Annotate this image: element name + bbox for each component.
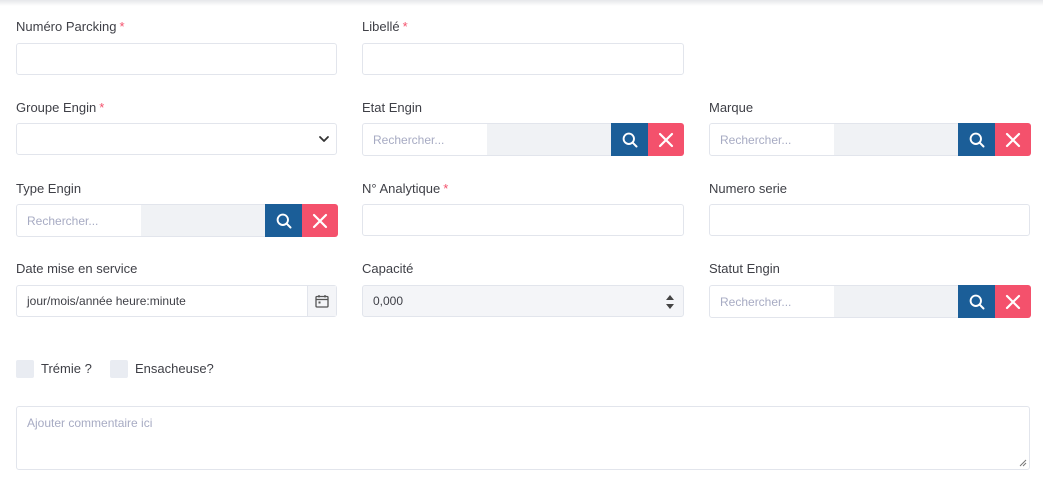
n-analytique-label: N° Analytique *	[362, 181, 449, 196]
etat-engin-placeholder: Rechercher...	[373, 133, 445, 147]
date-mise-en-service-input[interactable]: jour/mois/année heure:minute	[16, 285, 337, 317]
ensacheuse-label: Ensacheuse?	[135, 361, 214, 376]
statut-engin-lookup: Rechercher...	[709, 285, 1031, 318]
numero-serie-label: Numero serie	[709, 181, 788, 196]
required-mark: *	[402, 19, 408, 34]
etat-engin-clear-button[interactable]	[648, 123, 684, 156]
type-engin-selection-display	[141, 204, 265, 237]
marque-search-input[interactable]: Rechercher...	[709, 123, 835, 156]
numero-serie-input[interactable]	[709, 204, 1030, 236]
type-engin-placeholder: Rechercher...	[27, 214, 99, 228]
close-icon	[1005, 132, 1021, 147]
statut-engin-search-input[interactable]: Rechercher...	[709, 285, 835, 318]
date-mise-en-service-label: Date mise en service	[16, 261, 138, 276]
tremie-checkbox[interactable]	[16, 360, 34, 378]
etat-engin-lookup: Rechercher...	[362, 123, 684, 156]
numero-parcking-label: Numéro Parcking *	[16, 19, 125, 34]
etat-engin-search-button[interactable]	[611, 123, 648, 156]
groupe-engin-label: Groupe Engin *	[16, 100, 105, 115]
calendar-button[interactable]	[307, 286, 336, 316]
search-icon	[969, 132, 984, 147]
search-icon	[276, 213, 291, 228]
type-engin-search-button[interactable]	[265, 204, 302, 237]
required-mark: *	[443, 181, 449, 196]
marque-lookup: Rechercher...	[709, 123, 1031, 156]
chevron-down-icon	[319, 136, 329, 142]
calendar-icon	[315, 295, 329, 308]
type-engin-label: Type Engin	[16, 181, 82, 196]
search-icon	[969, 294, 984, 309]
marque-search-button[interactable]	[958, 123, 995, 156]
comment-textarea[interactable]: Ajouter commentaire ici	[16, 406, 1030, 470]
marque-label: Marque	[709, 100, 754, 115]
etat-engin-selection-display	[487, 123, 611, 156]
marque-selection-display	[834, 123, 958, 156]
n-analytique-input[interactable]	[362, 204, 684, 236]
close-icon	[658, 132, 674, 147]
search-icon	[622, 132, 637, 147]
etat-engin-label: Etat Engin	[362, 100, 422, 115]
capacite-label: Capacité	[362, 261, 414, 276]
number-spinner-icon[interactable]	[665, 292, 675, 312]
statut-engin-label: Statut Engin	[709, 261, 780, 276]
required-mark: *	[99, 100, 105, 115]
close-icon	[1005, 294, 1021, 309]
required-mark: *	[119, 19, 125, 34]
ensacheuse-checkbox[interactable]	[110, 360, 128, 378]
date-mise-en-service-value: jour/mois/année heure:minute	[27, 294, 186, 308]
marque-clear-button[interactable]	[995, 123, 1031, 156]
resize-grip-icon[interactable]	[1019, 459, 1027, 467]
statut-engin-placeholder: Rechercher...	[720, 295, 792, 309]
type-engin-lookup: Rechercher...	[16, 204, 338, 237]
marque-placeholder: Rechercher...	[720, 133, 792, 147]
top-divider	[0, 0, 1043, 6]
tremie-label: Trémie ?	[41, 361, 92, 376]
libelle-label: Libellé *	[362, 19, 408, 34]
close-icon	[312, 213, 328, 228]
statut-engin-selection-display	[834, 285, 958, 318]
statut-engin-search-button[interactable]	[958, 285, 995, 318]
statut-engin-clear-button[interactable]	[995, 285, 1031, 318]
type-engin-clear-button[interactable]	[302, 204, 338, 237]
comment-placeholder: Ajouter commentaire ici	[27, 416, 153, 430]
libelle-input[interactable]	[362, 43, 684, 75]
capacite-value: 0,000	[373, 294, 404, 308]
etat-engin-search-input[interactable]: Rechercher...	[362, 123, 488, 156]
type-engin-search-input[interactable]: Rechercher...	[16, 204, 142, 237]
numero-parcking-input[interactable]	[16, 43, 337, 75]
groupe-engin-select[interactable]	[16, 123, 337, 155]
capacite-input[interactable]: 0,000	[362, 285, 684, 317]
